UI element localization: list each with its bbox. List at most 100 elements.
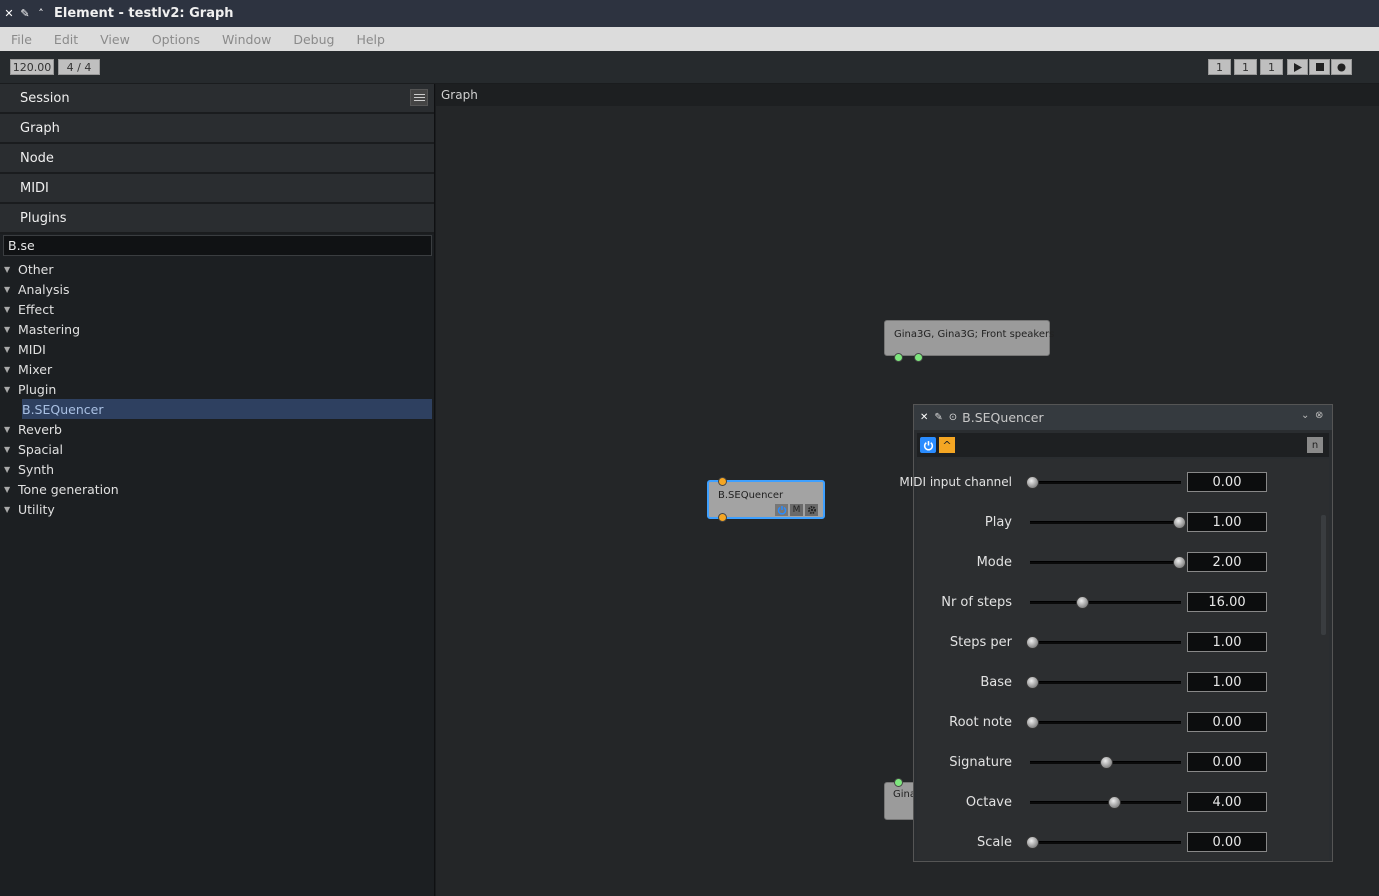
param-slider[interactable] — [1030, 596, 1181, 609]
slider-knob[interactable] — [1026, 716, 1039, 729]
panel-session[interactable]: Session — [0, 84, 434, 114]
slider-knob[interactable] — [1108, 796, 1122, 809]
menu-debug[interactable]: Debug — [282, 32, 345, 47]
plugin-keep-on-top-button[interactable]: ^ — [939, 437, 955, 453]
slider-knob[interactable] — [1099, 756, 1113, 769]
param-value-field[interactable]: 0.00 — [1187, 472, 1267, 492]
tree-item-synth[interactable]: ▼ Synth — [0, 459, 435, 479]
graph-tab[interactable]: Graph — [436, 84, 1379, 106]
tree-item-b-sequencer[interactable]: B.SEQuencer — [22, 399, 432, 419]
tree-item-midi[interactable]: ▼ MIDI — [0, 339, 435, 359]
slider-knob[interactable] — [1173, 556, 1186, 569]
expand-triangle-icon[interactable]: ▼ — [4, 265, 12, 274]
node-power-button[interactable] — [775, 504, 788, 516]
close-icon[interactable]: ✕ — [920, 412, 928, 423]
stop-button[interactable] — [1309, 59, 1330, 75]
node-settings-button[interactable] — [805, 504, 818, 516]
param-slider[interactable] — [1026, 476, 1181, 489]
position-beat[interactable]: 1 — [1234, 59, 1257, 75]
node-b-sequencer[interactable]: B.SEQuencer M — [707, 477, 825, 522]
expand-triangle-icon[interactable]: ▼ — [4, 425, 12, 434]
expand-triangle-icon[interactable]: ▼ — [4, 345, 12, 354]
param-slider[interactable] — [1026, 716, 1181, 729]
tree-item-reverb[interactable]: ▼ Reverb — [0, 419, 435, 439]
pin-icon[interactable]: ✎ — [934, 412, 942, 423]
tree-item-plugin[interactable]: ▼ Plugin — [0, 379, 435, 399]
position-bar[interactable]: 1 — [1208, 59, 1231, 75]
panel-midi[interactable]: MIDI — [0, 174, 434, 204]
keep-on-top-icon[interactable]: ⊙ — [949, 412, 957, 423]
time-signature-field[interactable]: 4 / 4 — [58, 59, 100, 75]
scrollbar[interactable] — [1321, 515, 1326, 635]
slider-knob[interactable] — [1026, 836, 1039, 849]
tree-item-other[interactable]: ▼ Other — [0, 259, 435, 279]
expand-triangle-icon[interactable]: ▼ — [4, 445, 12, 454]
param-slider[interactable] — [1030, 516, 1186, 529]
tree-item-effect[interactable]: ▼ Effect — [0, 299, 435, 319]
slider-knob[interactable] — [1026, 676, 1039, 689]
panel-graph[interactable]: Graph — [0, 114, 434, 144]
record-button[interactable] — [1331, 59, 1352, 75]
slider-knob[interactable] — [1026, 476, 1039, 489]
param-value-field[interactable]: 1.00 — [1187, 632, 1267, 652]
node-midi-button[interactable]: M — [790, 504, 803, 516]
param-value-field[interactable]: 1.00 — [1187, 512, 1267, 532]
slider-knob[interactable] — [1026, 636, 1039, 649]
panel-node[interactable]: Node — [0, 144, 434, 174]
tree-item-mixer[interactable]: ▼ Mixer — [0, 359, 435, 379]
midi-input-port[interactable] — [718, 477, 727, 486]
plugin-native-editor-button[interactable]: n — [1307, 437, 1323, 453]
slider-knob[interactable] — [1173, 516, 1186, 529]
param-slider[interactable] — [1026, 636, 1181, 649]
close-circle-icon[interactable]: ⊗ — [1315, 410, 1323, 421]
play-button[interactable] — [1287, 59, 1308, 75]
tree-item-analysis[interactable]: ▼ Analysis — [0, 279, 435, 299]
maximize-icon[interactable]: ˄ — [34, 7, 48, 21]
tree-item-spacial[interactable]: ▼ Spacial — [0, 439, 435, 459]
param-slider[interactable] — [1030, 556, 1186, 569]
tree-item-tone-generation[interactable]: ▼ Tone generation — [0, 479, 435, 499]
expand-triangle-icon[interactable]: ▼ — [4, 505, 12, 514]
panel-plugins[interactable]: Plugins — [0, 204, 434, 234]
tempo-field[interactable]: 120.00 — [10, 59, 54, 75]
param-value-field[interactable]: 16.00 — [1187, 592, 1267, 612]
chevron-down-icon[interactable]: ⌄ — [1301, 410, 1309, 421]
menu-help[interactable]: Help — [345, 32, 396, 47]
plugin-power-button[interactable] — [920, 437, 936, 453]
tree-item-mastering[interactable]: ▼ Mastering — [0, 319, 435, 339]
expand-triangle-icon[interactable]: ▼ — [4, 305, 12, 314]
menu-window[interactable]: Window — [211, 32, 282, 47]
param-value-field[interactable]: 4.00 — [1187, 792, 1267, 812]
input-port[interactable] — [894, 353, 903, 362]
menu-options[interactable]: Options — [141, 32, 211, 47]
param-value-field[interactable]: 0.00 — [1187, 832, 1267, 852]
param-slider[interactable] — [1026, 836, 1181, 849]
position-tick[interactable]: 1 — [1260, 59, 1283, 75]
param-value-field[interactable]: 2.00 — [1187, 552, 1267, 572]
close-icon[interactable]: ✕ — [2, 7, 16, 21]
param-slider[interactable] — [1026, 676, 1181, 689]
tree-item-utility[interactable]: ▼ Utility — [0, 499, 435, 519]
expand-triangle-icon[interactable]: ▼ — [4, 285, 12, 294]
pin-icon[interactable]: ✎ — [18, 7, 32, 21]
expand-triangle-icon[interactable]: ▼ — [4, 325, 12, 334]
menu-edit[interactable]: Edit — [43, 32, 89, 47]
param-value-field[interactable]: 0.00 — [1187, 712, 1267, 732]
param-slider[interactable] — [1030, 756, 1181, 769]
input-port[interactable] — [914, 353, 923, 362]
param-slider[interactable] — [1030, 796, 1181, 809]
plugin-search-input[interactable]: B.se — [3, 235, 432, 256]
expand-triangle-icon[interactable]: ▼ — [4, 365, 12, 374]
menu-file[interactable]: File — [0, 32, 43, 47]
expand-triangle-icon[interactable]: ▼ — [4, 485, 12, 494]
expand-triangle-icon[interactable]: ▼ — [4, 385, 12, 394]
menu-view[interactable]: View — [89, 32, 141, 47]
param-value-field[interactable]: 1.00 — [1187, 672, 1267, 692]
param-value-field[interactable]: 0.00 — [1187, 752, 1267, 772]
session-menu-button[interactable] — [410, 89, 428, 106]
expand-triangle-icon[interactable]: ▼ — [4, 465, 12, 474]
midi-output-port[interactable] — [718, 513, 727, 522]
plugin-window-titlebar[interactable]: ✕ ✎ ⊙ B.SEQuencer ⌄ ⊗ — [914, 405, 1332, 430]
node-audio-output[interactable]: Gina3G, Gina3G; Front speakers — [884, 320, 1054, 362]
output-port[interactable] — [894, 778, 903, 787]
